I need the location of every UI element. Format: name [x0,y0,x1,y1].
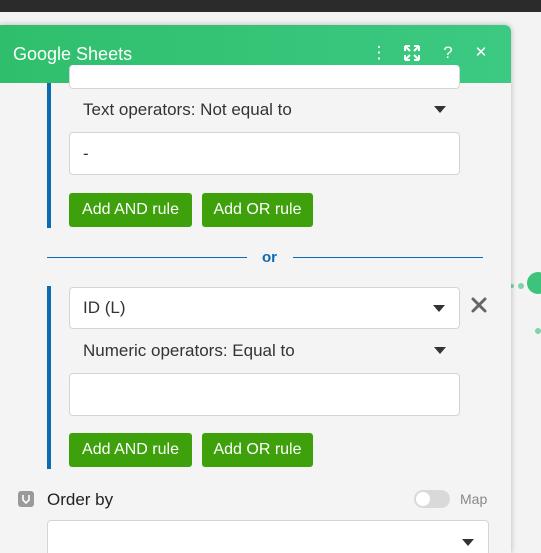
rule-group-1-operator-select[interactable]: Text operators: Not equal to [69,95,460,125]
rule-group-2-add-or-button[interactable]: Add OR rule [202,433,313,467]
expand-icon[interactable] [401,42,423,64]
rule-group-1-add-or-button[interactable]: Add OR rule [202,193,313,227]
rule-group-1-value-input[interactable]: - [69,132,460,175]
or-separator-line-right [293,257,483,258]
scenario-node-fragment [527,272,541,294]
chevron-down-icon [434,347,446,354]
rule-group-2-indicator [47,286,51,469]
module-settings-panel: Google Sheets ⋮ ? ✕ Text operators: Not … [0,25,511,553]
map-toggle[interactable] [414,490,450,508]
panel-title: Google Sheets [13,44,133,64]
remove-rule-icon[interactable] [469,295,489,315]
window-top-bar [0,0,541,12]
rule-group-2-field-label: ID (L) [83,298,126,317]
order-by-label: Order by [47,490,114,509]
or-separator-line-left [47,257,247,258]
chevron-down-icon [433,305,445,312]
rule-group-1-indicator [47,83,51,228]
rule-group-1-field-select-edge[interactable] [69,65,460,89]
more-vertical-icon[interactable]: ⋮ [368,42,390,64]
rule-group-2-operator-select[interactable]: Numeric operators: Equal to [69,336,460,366]
rule-group-2-operator-label: Numeric operators: Equal to [83,341,295,360]
map-toggle-knob [416,492,430,506]
order-by-select[interactable] [47,520,489,553]
rule-group-2-value-input[interactable] [69,373,460,416]
rule-group-1-operator-label: Text operators: Not equal to [83,100,292,119]
rule-group-2-field-select[interactable]: ID (L) [69,287,460,329]
help-icon[interactable]: ? [437,42,459,64]
close-icon[interactable]: ✕ [470,42,492,64]
chevron-down-icon [434,106,446,113]
connector-dot [518,283,524,289]
rule-group-2-add-and-button[interactable]: Add AND rule [69,433,192,467]
chevron-down-icon [462,539,474,546]
map-label: Map [460,491,488,507]
order-by-field-icon [18,491,34,507]
connector-dot [535,328,541,334]
rule-group-1-add-and-button[interactable]: Add AND rule [69,193,192,227]
or-separator-label: or [262,249,277,266]
